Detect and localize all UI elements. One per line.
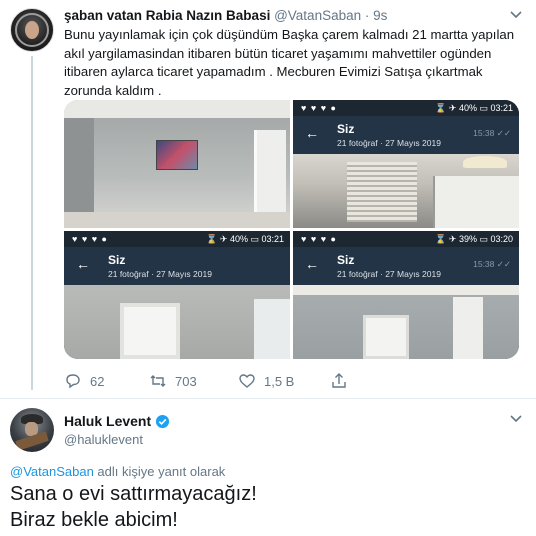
- photo-2[interactable]: ♥ ♥ ♥ ● ⌛ ✈ 40% ▭ 03:21 ← Siz 21 fotoğra…: [293, 100, 519, 228]
- reply-author-handle[interactable]: @haluklevent: [64, 432, 143, 447]
- thread-connector-line: [31, 56, 33, 390]
- reply-count: 62: [90, 373, 105, 389]
- photo-scene: [64, 285, 290, 359]
- tweet-header: şaban vatan Rabia Nazın Babasi @VatanSab…: [64, 8, 387, 23]
- separator-dot: ·: [364, 8, 370, 23]
- tweet-divider: [0, 398, 536, 399]
- phone-app-bar: ← Siz 21 fotoğraf · 27 Mayıs 2019 15:38 …: [293, 116, 519, 154]
- back-arrow-icon: ←: [76, 256, 90, 272]
- window-blind: [347, 162, 417, 222]
- chevron-down-icon[interactable]: [508, 6, 524, 22]
- photo-scene: [293, 285, 519, 359]
- ceiling: [64, 100, 290, 118]
- photo-4[interactable]: ♥ ♥ ♥ ● ⌛ ✈ 39% ▭ 03:20 ← Siz 21 fotoğra…: [293, 231, 519, 359]
- reply-tweet-text: Sana o evi sattırmayacağız! Biraz bekle …: [10, 481, 530, 533]
- avatar-face: [25, 21, 39, 39]
- retweet-button[interactable]: 703: [149, 372, 197, 390]
- replying-to-handle[interactable]: @VatanSaban: [10, 464, 94, 479]
- app-bar-title: Siz: [337, 253, 355, 267]
- back-arrow-icon: ←: [305, 125, 319, 141]
- replying-to: @VatanSaban adlı kişiye yanıt olarak: [10, 464, 225, 479]
- phone-app-bar: ← Siz 21 fotoğraf · 27 Mayıs 2019: [64, 247, 290, 285]
- avatar[interactable]: [10, 8, 54, 52]
- app-bar-title: Siz: [337, 122, 355, 136]
- status-icons-left: ♥ ♥ ♥ ●: [301, 234, 337, 244]
- phone-status-bar: ♥ ♥ ♥ ● ⌛ ✈ 39% ▭ 03:20: [293, 231, 519, 247]
- reply-avatar[interactable]: [10, 408, 54, 452]
- like-button[interactable]: 1,5 B: [238, 372, 294, 390]
- photo-1[interactable]: [64, 100, 290, 228]
- back-arrow-icon: ←: [305, 256, 319, 272]
- status-icons-right: ⌛ ✈ 40% ▭ 03:21: [435, 103, 513, 113]
- painting: [156, 140, 198, 170]
- replying-to-text: adlı kişiye yanıt olarak: [93, 464, 226, 479]
- ceiling-lamp: [463, 156, 507, 168]
- tweet-text: Bunu yayınlamak için çok düşündüm Başka …: [64, 27, 515, 98]
- app-bar-title: Siz: [108, 253, 126, 267]
- reply-author[interactable]: Haluk Levent: [64, 413, 170, 429]
- author-handle[interactable]: @VatanSaban: [274, 8, 361, 23]
- reply-line-1: Sana o evi sattırmayacağız!: [10, 483, 257, 505]
- floor: [64, 212, 290, 228]
- share-icon: [332, 373, 346, 388]
- reply-icon: [66, 374, 80, 389]
- phone-app-bar: ← Siz 21 fotoğraf · 27 Mayıs 2019 15:38 …: [293, 247, 519, 285]
- photo-scene: [293, 154, 519, 228]
- reply-button[interactable]: 62: [64, 372, 104, 390]
- share-button[interactable]: [330, 372, 348, 390]
- light-panel: [254, 299, 290, 359]
- like-count: 1,5 B: [264, 373, 295, 389]
- author-name[interactable]: şaban vatan Rabia Nazın Babasi: [64, 8, 270, 23]
- phone-status-bar: ♥ ♥ ♥ ● ⌛ ✈ 40% ▭ 03:21: [293, 100, 519, 116]
- status-icons-left: ♥ ♥ ♥ ●: [301, 103, 337, 113]
- verified-icon: [156, 414, 170, 428]
- message-stamp: 15:38 ✓✓: [473, 128, 511, 138]
- app-bar-subtitle: 21 fotoğraf · 27 Mayıs 2019: [337, 138, 441, 148]
- chevron-down-icon[interactable]: [508, 410, 524, 426]
- side-door: [453, 297, 483, 359]
- retweet-count: 703: [175, 373, 197, 389]
- status-icons-right: ⌛ ✈ 40% ▭ 03:21: [206, 234, 284, 244]
- message-stamp: 15:38 ✓✓: [473, 259, 511, 269]
- tweet-time[interactable]: 9s: [373, 8, 387, 23]
- phone-status-bar: ♥ ♥ ♥ ● ⌛ ✈ 40% ▭ 03:21: [64, 231, 290, 247]
- kitchen-cabinet: [433, 176, 519, 228]
- app-bar-subtitle: 21 fotoğraf · 27 Mayıs 2019: [108, 269, 212, 279]
- door: [363, 315, 409, 359]
- status-icons-left: ♥ ♥ ♥ ●: [72, 234, 108, 244]
- photo-3[interactable]: ♥ ♥ ♥ ● ⌛ ✈ 40% ▭ 03:21 ← Siz 21 fotoğra…: [64, 231, 290, 359]
- tweet-actions: 62 703 1,5 B: [64, 372, 364, 392]
- reply-line-2: Biraz bekle abicim!: [10, 509, 178, 531]
- app-bar-subtitle: 21 fotoğraf · 27 Mayıs 2019: [337, 269, 441, 279]
- original-tweet[interactable]: şaban vatan Rabia Nazın Babasi @VatanSab…: [0, 0, 536, 398]
- like-icon: [239, 374, 255, 388]
- photo-gallery: ♥ ♥ ♥ ● ⌛ ✈ 40% ▭ 03:21 ← Siz 21 fotoğra…: [64, 100, 519, 359]
- door: [120, 303, 180, 359]
- retweet-icon: [150, 375, 166, 387]
- reply-author-name[interactable]: Haluk Levent: [64, 413, 151, 429]
- status-icons-right: ⌛ ✈ 39% ▭ 03:20: [435, 234, 513, 244]
- ceiling: [293, 285, 519, 295]
